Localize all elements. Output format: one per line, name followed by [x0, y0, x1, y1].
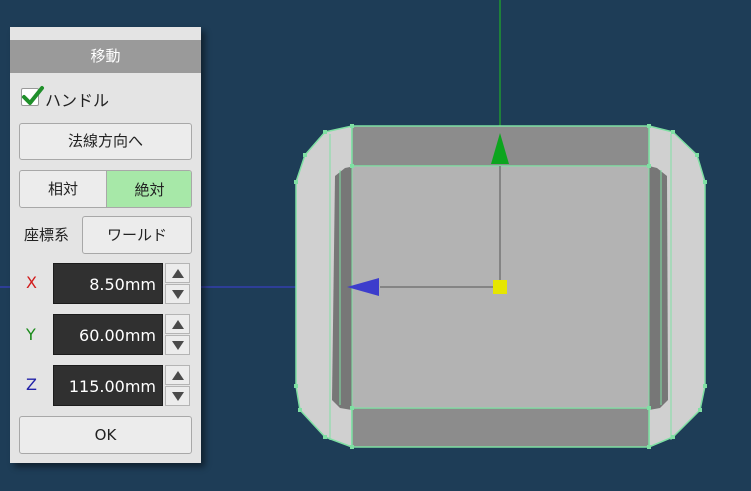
gizmo-center-handle[interactable] — [493, 280, 507, 294]
x-increment-button[interactable] — [165, 263, 190, 283]
absolute-mode-button[interactable]: 絶対 — [106, 171, 191, 207]
vertex — [671, 130, 675, 134]
z-value-field[interactable]: 115.00mm — [53, 365, 163, 406]
ok-button[interactable]: OK — [19, 416, 192, 454]
y-increment-button[interactable] — [165, 314, 190, 334]
normal-direction-button[interactable]: 法線方向へ — [19, 123, 192, 160]
coordinate-system-button[interactable]: ワールド — [82, 216, 192, 254]
right-inner-face — [649, 166, 668, 410]
vertex — [294, 384, 298, 388]
triangle-up-icon — [172, 320, 184, 329]
vertex — [647, 445, 651, 449]
vertex — [294, 180, 298, 184]
vertex — [350, 406, 354, 410]
vertex — [647, 164, 651, 168]
z-spinner — [165, 365, 190, 406]
vertex — [671, 435, 675, 439]
triangle-down-icon — [172, 341, 184, 350]
triangle-down-icon — [172, 290, 184, 299]
x-spinner — [165, 263, 190, 304]
z-decrement-button[interactable] — [165, 386, 190, 406]
y-value-field[interactable]: 60.00mm — [53, 314, 163, 355]
vertex — [695, 153, 699, 157]
vertex — [703, 384, 707, 388]
checkmark-icon — [22, 86, 44, 105]
triangle-down-icon — [172, 392, 184, 401]
y-decrement-button[interactable] — [165, 335, 190, 355]
coordinate-system-label: 座標系 — [24, 226, 70, 244]
vertex — [323, 130, 327, 134]
vertex — [350, 445, 354, 449]
z-axis-label: Z — [26, 375, 37, 394]
mode-toggle: 相対 絶対 — [19, 170, 192, 208]
handle-label: ハンドル — [45, 91, 110, 110]
handle-checkbox[interactable] — [21, 86, 44, 106]
y-spinner — [165, 314, 190, 355]
x-decrement-button[interactable] — [165, 284, 190, 304]
vertex — [350, 124, 354, 128]
triangle-up-icon — [172, 269, 184, 278]
triangle-up-icon — [172, 371, 184, 380]
move-panel: 移動 ハンドル 法線方向へ 相対 絶対 座標系 ワールド X 8.50mm Y … — [10, 27, 201, 463]
vertex — [703, 180, 707, 184]
z-increment-button[interactable] — [165, 365, 190, 385]
y-axis-label: Y — [26, 325, 36, 344]
vertex — [647, 406, 651, 410]
vertex — [350, 164, 354, 168]
vertex — [647, 124, 651, 128]
relative-mode-button[interactable]: 相対 — [20, 171, 106, 207]
x-axis-label: X — [26, 273, 37, 292]
vertex — [298, 408, 302, 412]
panel-title: 移動 — [10, 40, 201, 73]
bottom-face — [351, 407, 650, 448]
x-value-field[interactable]: 8.50mm — [53, 263, 163, 304]
vertex — [698, 408, 702, 412]
vertex — [303, 153, 307, 157]
handle-checkbox-row[interactable]: ハンドル — [19, 85, 192, 111]
vertex — [323, 435, 327, 439]
